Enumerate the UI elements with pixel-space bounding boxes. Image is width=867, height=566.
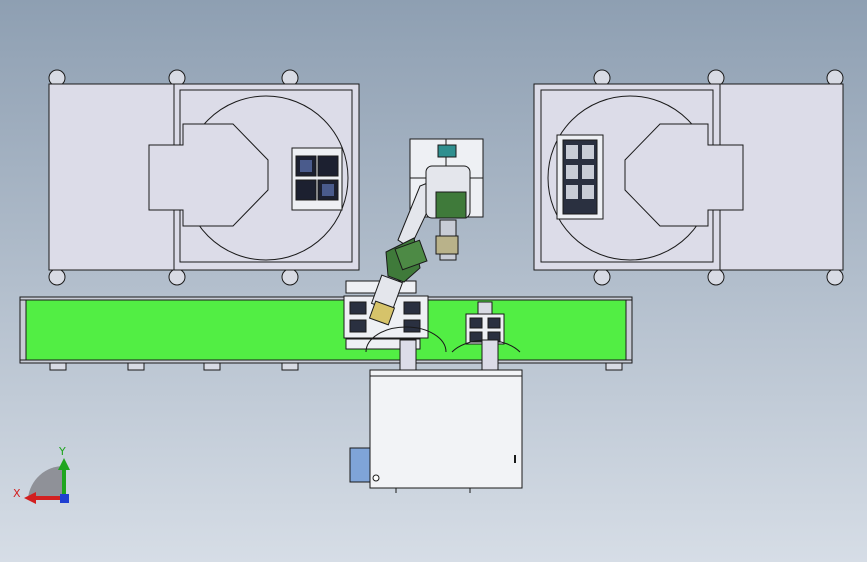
left-part-tray xyxy=(291,147,343,211)
cabinet-column-left xyxy=(399,339,417,373)
cabinet-knob[interactable] xyxy=(372,474,380,482)
cabinet-body xyxy=(369,369,523,489)
right-rotary-station[interactable] xyxy=(533,69,844,286)
conveyor-belt xyxy=(25,299,627,361)
cabinet-column-right xyxy=(481,339,499,373)
y-axis-label: Y xyxy=(58,445,66,458)
x-axis-label: X xyxy=(13,487,21,500)
cabinet-control-box xyxy=(349,447,371,483)
robot-turret xyxy=(437,144,457,158)
right-part-tray xyxy=(556,134,604,220)
cad-viewport[interactable]: Y X xyxy=(0,0,867,562)
robot-base-motor xyxy=(435,191,467,219)
conveyor[interactable] xyxy=(19,296,633,371)
z-axis-marker xyxy=(60,494,69,503)
left-rotary-station[interactable] xyxy=(48,69,360,286)
